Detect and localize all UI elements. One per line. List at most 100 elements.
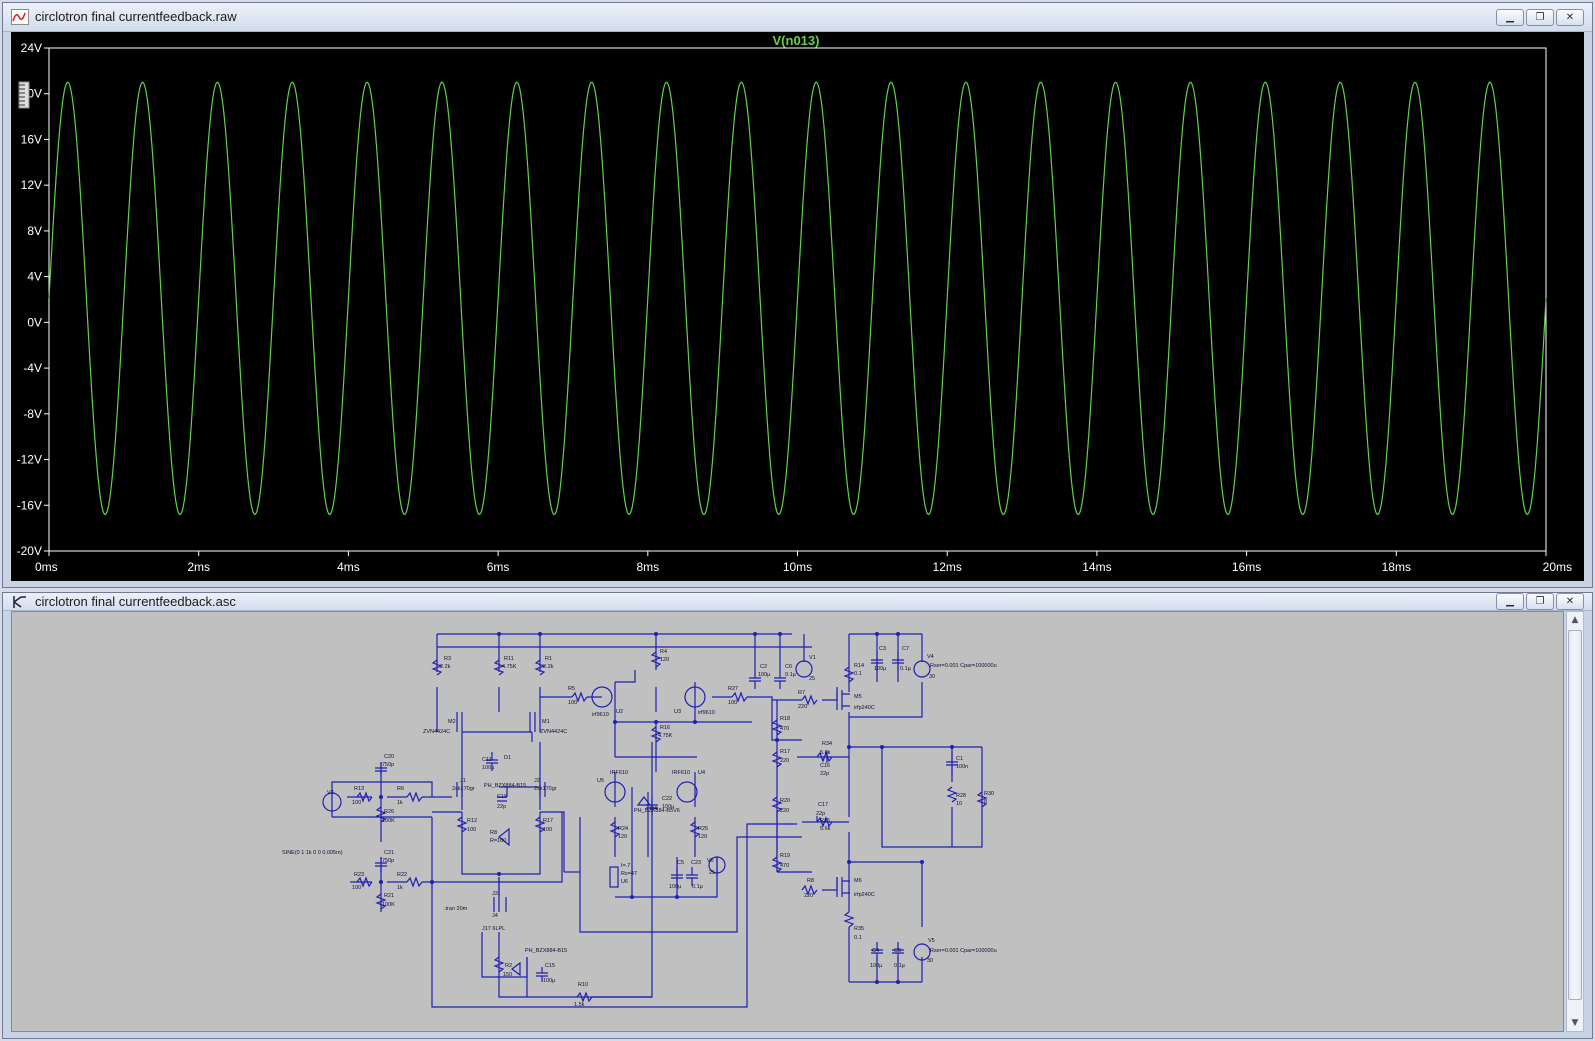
schematic-drawing[interactable]: R3 2.2k R11 4.75K R1 2.2k R4 120 R5 100 irf9610 U2 U… (12, 612, 1532, 1012)
y-tick-label: 24V (21, 41, 42, 55)
component-label: 22p (497, 804, 506, 810)
component-label: 22p (820, 771, 829, 777)
component-label: C2 (760, 664, 767, 670)
waveform-chart[interactable]: V(n013) 24V20V16V12V8V4V0V-4V-8V-12V-16V… (11, 32, 1586, 582)
component-label: U3 (674, 709, 681, 715)
component-label: U2 (616, 709, 623, 715)
component-label: J4 (492, 913, 498, 919)
x-tick-label: 6ms (487, 560, 510, 574)
component-label: 0.1 (854, 671, 862, 677)
component-label: R26 (384, 809, 394, 815)
component-label: R15 (820, 818, 830, 824)
restore-button[interactable]: ❐ (1526, 593, 1554, 610)
component-label: R20 (780, 798, 790, 804)
waveform-window: circlotron final currentfeedback.raw ▁ ❐… (2, 2, 1593, 588)
component-label: 22p (816, 811, 825, 817)
minimize-button[interactable]: ▁ (1496, 593, 1524, 610)
schematic-window-titlebar[interactable]: circlotron final currentfeedback.asc ▁ ❐… (3, 593, 1592, 611)
component-label: R34 (822, 741, 832, 747)
minimize-button[interactable]: ▁ (1496, 9, 1524, 26)
x-tick-label: 4ms (337, 560, 360, 574)
component-label: 100K (382, 818, 395, 824)
component-label: D1 (504, 755, 511, 761)
component-label: R2 (505, 963, 512, 969)
trace-label[interactable]: V(n013) (773, 33, 820, 48)
trace-v-n013 (48, 81, 1547, 515)
scroll-down-arrow-icon[interactable]: ▼ (1567, 1015, 1583, 1031)
component-label: C8 (894, 948, 901, 954)
component-label: R14 (854, 663, 864, 669)
component-label: U5 (597, 778, 604, 784)
close-button[interactable]: ✕ (1556, 593, 1584, 610)
component-label: U6 (621, 879, 628, 885)
waveform-window-titlebar[interactable]: circlotron final currentfeedback.raw ▁ ❐… (3, 3, 1592, 32)
close-button[interactable]: ✕ (1556, 9, 1584, 26)
y-tick-label: -16V (17, 498, 42, 512)
component-label: 2sk170gr (534, 786, 557, 792)
component-label: irf9610 (698, 710, 715, 716)
component-label: R11 (504, 656, 514, 662)
component-label: C23 (691, 860, 701, 866)
scroll-up-arrow-icon[interactable]: ▲ (1567, 612, 1583, 628)
component-label: V3 (327, 790, 334, 796)
schematic-vertical-scrollbar[interactable]: ▲ ▼ (1566, 611, 1584, 1032)
y-tick-label: -4V (23, 361, 42, 375)
ruler-icon[interactable] (18, 81, 30, 109)
component-label: Rser=0.001 Cpar=100000u (930, 663, 997, 669)
component-label: 750p (382, 858, 394, 864)
schematic-canvas[interactable]: R3 2.2k R11 4.75K R1 2.2k R4 120 R5 100 irf9610 U2 U… (11, 611, 1564, 1032)
component-label: 100 (352, 800, 361, 806)
y-tick-label: 8V (27, 224, 42, 238)
component-label: C6 (785, 664, 792, 670)
waveform-icon (11, 9, 29, 25)
component-label: C11 (482, 757, 492, 763)
component-label: R3 (444, 656, 451, 662)
component-label: 120 (698, 834, 707, 840)
x-tick-label: 16ms (1232, 560, 1261, 574)
component-label: PH_BZX884-B5V6 (634, 808, 680, 814)
component-label: 0.1µ (692, 884, 704, 890)
component-label: 8 (984, 799, 987, 805)
component-label: SINE(0 1 1k 0 0 0.005m) (282, 850, 343, 856)
waveform-plot-area[interactable]: V(n013) 24V 20V 16V 12V 8V 4V 0V -4V -8V -12V -16V… (11, 32, 1584, 581)
component-label: J1 (460, 778, 466, 784)
component-label: R6 (397, 786, 404, 792)
restore-button[interactable]: ❐ (1526, 9, 1554, 26)
component-label: V1 (809, 655, 816, 661)
component-label: R25 (698, 826, 708, 832)
component-label: ZVN4424C (540, 729, 567, 735)
component-label: R22 (397, 872, 407, 878)
schematic-icon (13, 596, 26, 608)
component-label: 1k (397, 800, 403, 806)
component-label: C22 (662, 796, 672, 802)
x-tick-label: 10ms (783, 560, 812, 574)
component-label: R35 (854, 926, 864, 932)
component-label: PH_BZX884-B15 (525, 948, 567, 954)
component-label: 100µ (874, 666, 887, 672)
component-label: J3 (492, 891, 498, 897)
component-label: R10 (578, 982, 588, 988)
x-tick-label: 20ms (1543, 560, 1572, 574)
component-label: 4.75K (658, 733, 673, 739)
component-label: 100n (956, 764, 968, 770)
scroll-thumb[interactable] (1568, 630, 1582, 1000)
component-label: 100µ (482, 765, 495, 771)
component-label: 5.6k (820, 826, 831, 832)
component-label: V6 (707, 858, 714, 864)
component-label: 470 (780, 726, 789, 732)
component-label: M1 (542, 719, 550, 725)
y-tick-label: 0V (27, 315, 42, 329)
y-tick-label: 4V (27, 270, 42, 284)
schematic-wires (331, 633, 983, 1008)
component-label: C16 (820, 763, 830, 769)
component-label: M5 (854, 694, 862, 700)
component-label: C4 (872, 948, 879, 954)
component-label: 2.2k (440, 664, 451, 670)
component-label: irfp240C (854, 892, 875, 898)
component-label: 100 (728, 700, 737, 706)
component-label: R18 (780, 716, 790, 722)
component-label: V5 (928, 938, 935, 944)
component-label: 0.1µ (900, 666, 912, 672)
component-label: C3 (879, 646, 886, 652)
component-label: 100 (467, 827, 476, 833)
